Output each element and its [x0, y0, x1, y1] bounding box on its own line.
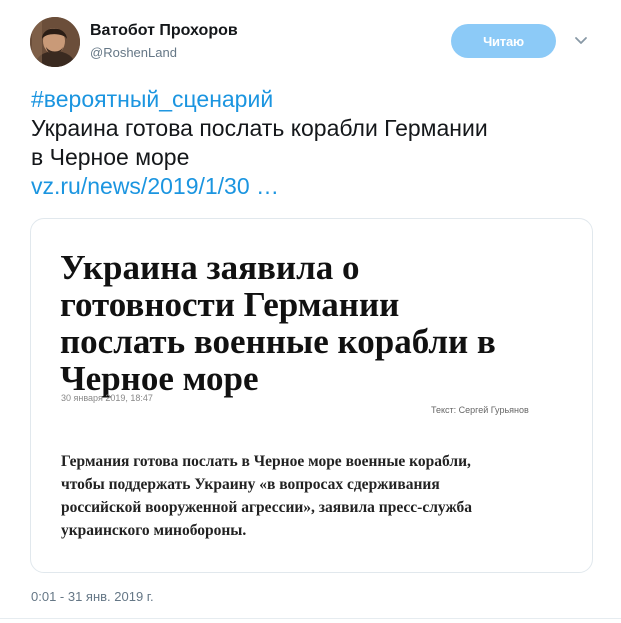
- tweet-text-line: Украина готова послать корабли Германии: [31, 115, 488, 141]
- article-link[interactable]: vz.ru/news/2019/1/30 …: [31, 172, 601, 201]
- card-date: 30 января 2019, 18:47: [61, 393, 153, 403]
- chevron-down-icon: [575, 37, 587, 44]
- card-headline-line: Украина заявила о: [60, 248, 360, 287]
- card-lead-line: украинского минобороны.: [61, 522, 247, 539]
- card-lead: Германия готова послать в Черное море во…: [61, 450, 581, 542]
- avatar[interactable]: [30, 17, 80, 67]
- card-lead-line: Германия готова послать в Черное море во…: [61, 453, 471, 470]
- user-handle[interactable]: @RoshenLand: [90, 45, 177, 60]
- card-lead-line: чтобы поддержать Украину «в вопросах сде…: [61, 476, 440, 493]
- divider: [0, 618, 621, 619]
- card-headline: Украина заявила о готовности Германии по…: [60, 249, 590, 397]
- more-options-button[interactable]: [573, 34, 589, 48]
- tweet-text: #вероятный_сценарий Украина готова посла…: [31, 85, 601, 201]
- tweet-timestamp[interactable]: 0:01 - 31 янв. 2019 г.: [31, 589, 154, 604]
- card-headline-line: готовности Германии: [60, 285, 400, 324]
- card-headline-line: Черное море: [60, 359, 259, 398]
- card-lead-line: российской вооруженной агрессии», заявил…: [61, 499, 472, 516]
- user-avatar-photo-icon: [30, 17, 80, 67]
- display-name[interactable]: Ватобот Прохоров: [90, 22, 238, 40]
- tweet-text-line: в Черное море: [31, 144, 190, 170]
- tweet: Ватобот Прохоров @RoshenLand Читаю #веро…: [0, 0, 621, 623]
- link-preview-card[interactable]: Украина заявила о готовности Германии по…: [30, 218, 593, 573]
- card-headline-line: послать военные корабли в: [60, 322, 496, 361]
- card-author: Текст: Сергей Гурьянов: [431, 405, 529, 415]
- following-button[interactable]: Читаю: [451, 24, 556, 58]
- hashtag-link[interactable]: #вероятный_сценарий: [31, 85, 601, 114]
